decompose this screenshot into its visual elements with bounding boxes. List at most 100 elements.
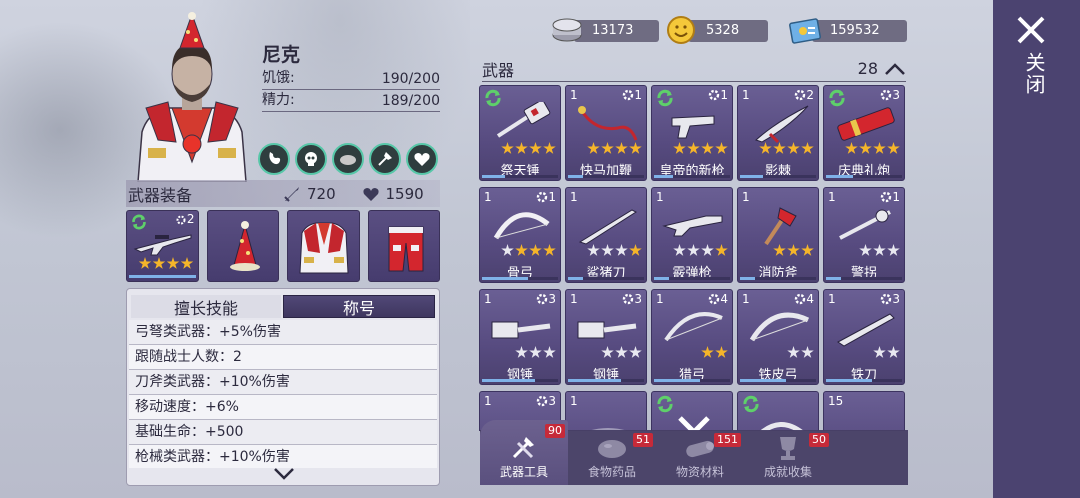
weapon-card[interactable]: 1 3 钢锤 [565,289,647,385]
star-rating [587,142,642,158]
bottom-tab-bar: 武器工具 90 食物药品 51 物资材料 151 成就收集 50 [480,420,908,485]
weapon-progress-bar [568,277,644,280]
weapon-image [837,107,895,141]
stomach-buff-icon[interactable] [258,143,290,175]
equipment-bar: 武器装备 720 1590 [126,180,440,207]
weapon-image [837,313,895,347]
weapon-card[interactable]: 1 4 猎弓 [651,289,733,385]
star-icon [873,142,886,154]
weapon-slot[interactable]: 2 [126,210,199,282]
axe-buff-icon[interactable] [369,143,401,175]
tab-food-medicine[interactable]: 食物药品 51 [568,430,656,485]
weapon-card[interactable]: 1 3 铁刀 [823,289,905,385]
weapon-card[interactable]: 1 霰弹枪 [651,187,733,283]
weapon-count: 1 [828,292,836,306]
weapon-image [496,102,551,138]
star-icon [787,142,800,154]
attack-value: 720 [307,184,336,203]
stone-buff-icon[interactable] [332,143,364,175]
star-icon [138,257,152,269]
sword-icon [284,186,300,202]
star-icon [801,346,814,358]
weapons-header: 武器 28 [482,56,906,82]
star-rating [773,244,814,260]
weapon-card[interactable]: 1 皇帝的新枪 [651,85,733,181]
weapon-card[interactable]: 1 鲨猪刀 [565,187,647,283]
pants-slot[interactable] [367,210,440,282]
gear-icon [794,89,806,101]
star-icon [543,142,556,154]
skills-list[interactable]: 弓弩类武器：+5%伤害 跟随战士人数：2 刀斧类武器：+10%伤害 移动速度：+… [127,320,439,468]
weapon-count: 1 [484,394,492,408]
jacket-slot[interactable] [287,210,360,282]
weapon-progress-bar [826,277,902,280]
star-icon [701,142,714,154]
weapon-count: 1 [742,190,750,204]
tab-weapon-tools[interactable]: 武器工具 90 [480,420,568,485]
chevron-up-icon[interactable] [884,62,906,76]
tab-achievements[interactable]: 成就收集 50 [744,430,832,485]
weapon-card[interactable]: 1 [565,391,647,431]
weapon-level: 2 [806,88,814,102]
energy-value: 189/200 [381,93,440,109]
close-panel[interactable]: 关闭 [993,0,1080,498]
gear-icon [880,191,892,203]
attack-stat: 720 [283,185,361,203]
weapon-count: 1 [484,190,492,204]
weapon-card[interactable] [651,391,733,431]
weapon-progress-bar [654,277,730,280]
weapon-card[interactable]: 1 1 快马加鞭 [565,85,647,181]
tab-materials[interactable]: 物资材料 151 [656,430,744,485]
star-icon [873,346,886,358]
star-rating [701,346,728,362]
ticket-amount: 159532 [830,23,880,38]
heart-icon [362,187,379,201]
tab-title[interactable]: 称号 [283,295,435,318]
weapon-level: 1 [548,190,556,204]
gold-amount: 5328 [706,23,740,38]
star-icon [673,244,686,256]
weapon-card[interactable]: 15 [823,391,905,431]
close-label[interactable]: 关闭 [1013,52,1049,96]
skull-buff-icon[interactable] [295,143,327,175]
weapon-card[interactable]: 1 3 钢锤 [479,289,561,385]
weapon-count: 1 [828,190,836,204]
equipment-title: 武器装备 [128,185,193,205]
weapon-card[interactable]: 1 4 铁皮弓 [737,289,819,385]
tab-skills[interactable]: 擅长技能 [131,295,281,318]
star-rating [515,346,556,362]
weapon-grid[interactable]: 祭天锤 1 1 快马加鞭 1 皇帝的新枪 1 2 影棘 3 庆典礼炮 1 1 骨弓 1 鲨猪刀 1 霰弹枪 1 消防斧… [479,85,909,431]
weapon-image [664,312,723,342]
skill-row: 弓弩类武器：+5%伤害 [129,320,437,345]
weapon-card[interactable]: 1 1 骨弓 [479,187,561,283]
hat-slot[interactable] [206,210,279,282]
weapon-image [764,207,797,246]
star-icon [701,346,714,358]
gear-icon [536,293,548,305]
skill-row: 跟随战士人数：2 [129,345,437,370]
star-icon [543,244,556,256]
weapon-count: 1 [570,394,578,408]
rifle-icon [133,234,192,256]
weapon-card[interactable]: 1 1 警拐 [823,187,905,283]
star-icon [515,142,528,154]
star-rating [845,142,900,158]
weapon-card[interactable]: 1 消防斧 [737,187,819,283]
weapon-image [493,212,550,240]
weapon-card[interactable]: 1 2 影棘 [737,85,819,181]
heart-buff-icon[interactable] [406,143,438,175]
star-icon [873,244,886,256]
star-icon [773,142,786,154]
weapon-card[interactable] [737,391,819,431]
star-icon [859,244,872,256]
star-icon [615,346,628,358]
weapon-card[interactable]: 祭天锤 [479,85,561,181]
skills-panel: 擅长技能 称号 弓弩类武器：+5%伤害 跟随战士人数：2 刀斧类武器：+10%伤… [126,288,440,486]
chevron-down-icon[interactable] [273,467,295,481]
tab-badge: 50 [809,433,829,447]
star-rating [873,346,900,362]
weapon-card[interactable]: 3 庆典礼炮 [823,85,905,181]
star-icon [687,244,700,256]
close-icon[interactable] [1015,14,1047,46]
weapon-count: 1 [484,292,492,306]
